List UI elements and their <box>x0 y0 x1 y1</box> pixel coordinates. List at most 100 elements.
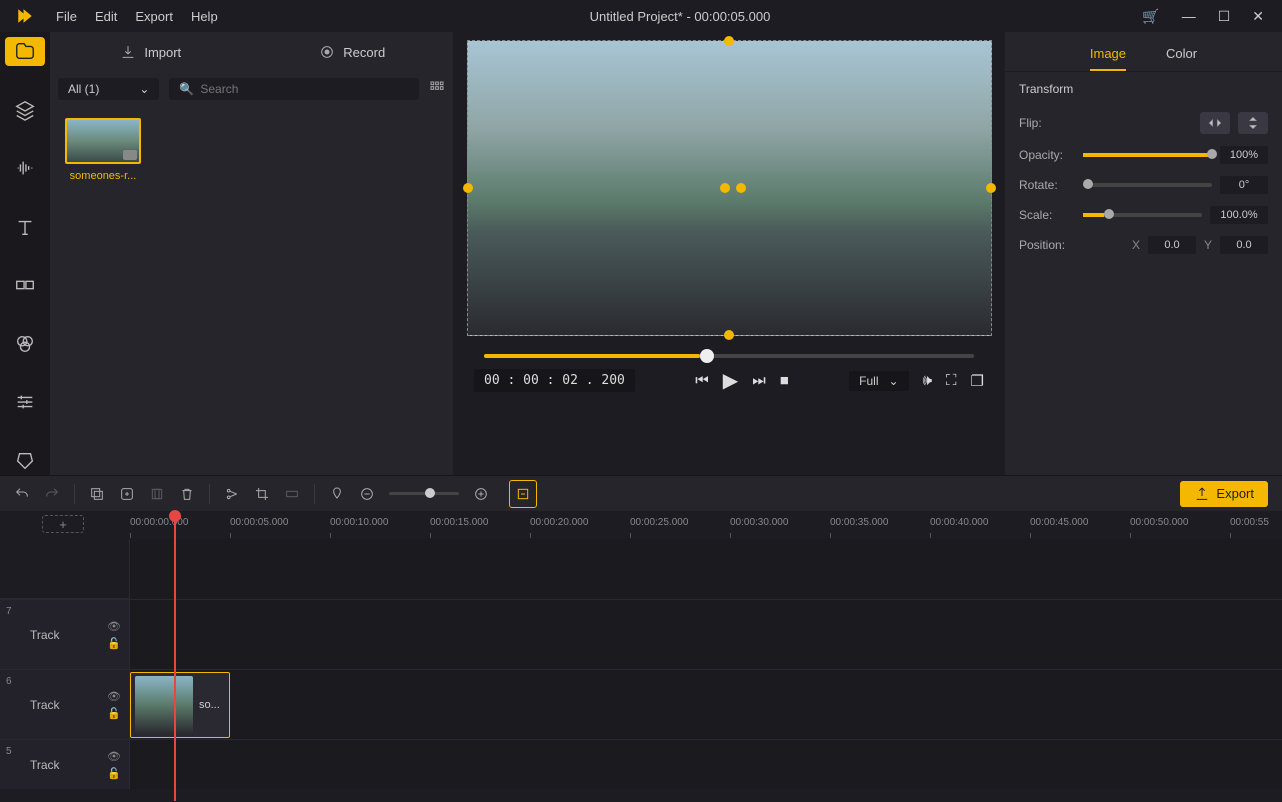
menu-export[interactable]: Export <box>135 9 173 24</box>
flip-horizontal-button[interactable] <box>1200 112 1230 134</box>
zoom-in-button[interactable] <box>473 486 489 502</box>
ruler-tick: 00:00:15.000 <box>430 517 488 528</box>
flip-vertical-button[interactable] <box>1238 112 1268 134</box>
opacity-slider[interactable] <box>1083 153 1212 157</box>
export-button[interactable]: Export <box>1180 481 1268 507</box>
media-item[interactable]: someones-r... <box>62 118 144 182</box>
x-label: X <box>1132 238 1140 252</box>
eye-icon[interactable]: 👁 <box>107 750 121 763</box>
shopping-cart-icon[interactable]: 🛒 <box>1142 8 1159 25</box>
detach-icon[interactable]: ❐ <box>971 372 984 390</box>
record-label: Record <box>343 45 385 60</box>
chevron-down-icon: ⌄ <box>889 374 899 388</box>
flip-label: Flip: <box>1019 116 1075 130</box>
rotate-value[interactable]: 0° <box>1220 176 1268 194</box>
tab-image[interactable]: Image <box>1090 46 1126 71</box>
delete-button[interactable] <box>179 486 195 502</box>
media-filter-dropdown[interactable]: All (1)⌄ <box>58 78 159 100</box>
speed-button[interactable] <box>284 486 300 502</box>
eye-icon[interactable]: 👁 <box>107 620 121 633</box>
menu-file[interactable]: File <box>56 9 77 24</box>
position-y[interactable]: 0.0 <box>1220 236 1268 254</box>
undo-button[interactable] <box>14 486 30 502</box>
clip-thumbnail <box>135 676 193 734</box>
play-button[interactable]: ▶ <box>723 368 738 393</box>
export-settings-button[interactable] <box>509 480 537 508</box>
ruler-tick: 00:00:10.000 <box>330 517 388 528</box>
rotate-slider[interactable] <box>1083 183 1212 187</box>
rotate-label: Rotate: <box>1019 178 1075 192</box>
copy-button[interactable] <box>89 486 105 502</box>
ruler-tick: 00:00:45.000 <box>1030 517 1088 528</box>
lock-icon[interactable]: 🔓 <box>107 707 121 720</box>
eye-icon[interactable]: 👁 <box>107 690 121 703</box>
ruler-tick: 00:00:25.000 <box>630 517 688 528</box>
search-input[interactable] <box>200 82 409 96</box>
timeline-ruler[interactable]: + 00:00:00.00000:00:05.00000:00:10.00000… <box>0 511 1282 539</box>
rail-layers-icon[interactable] <box>5 96 45 125</box>
grid-view-icon[interactable] <box>429 80 445 99</box>
track-row: 6 Track 👁🔓 so... <box>0 669 1282 739</box>
rail-media-icon[interactable] <box>5 37 45 66</box>
track-header[interactable]: 7 Track 👁🔓 <box>0 600 130 669</box>
next-frame-button[interactable]: ⏭ <box>752 372 766 389</box>
timeline-clip[interactable]: so... <box>130 672 230 738</box>
duplicate-button[interactable] <box>149 486 165 502</box>
ruler-tick: 00:00:50.000 <box>1130 517 1188 528</box>
scale-label: Scale: <box>1019 208 1075 222</box>
lock-icon[interactable]: 🔓 <box>107 637 121 650</box>
timeline: + 00:00:00.00000:00:05.00000:00:10.00000… <box>0 511 1282 802</box>
playhead[interactable] <box>174 511 176 801</box>
seek-slider[interactable] <box>484 354 974 358</box>
crop-button[interactable] <box>254 486 270 502</box>
rail-transitions-icon[interactable] <box>5 271 45 300</box>
ruler-tick: 00:00:20.000 <box>530 517 588 528</box>
marker-button[interactable] <box>329 486 345 502</box>
redo-button[interactable] <box>44 486 60 502</box>
transform-section: Transform <box>1005 72 1282 106</box>
timecode: 00 : 00 : 02 . 200 <box>474 369 635 392</box>
zoom-out-button[interactable] <box>359 486 375 502</box>
menu-edit[interactable]: Edit <box>95 9 117 24</box>
preview-size-select[interactable]: Full⌄ <box>849 371 908 391</box>
rail-audio-icon[interactable] <box>5 154 45 183</box>
sidebar-rail <box>0 32 50 475</box>
timeline-toolbar: Export <box>0 475 1282 511</box>
media-name: someones-r... <box>70 170 137 182</box>
add-button[interactable] <box>119 486 135 502</box>
tab-color[interactable]: Color <box>1166 46 1197 71</box>
preview-panel: 00 : 00 : 02 . 200 ⏮ ▶ ⏭ ■ Full⌄ 🕪 ⛶ ❐ <box>453 32 1005 475</box>
tab-record[interactable]: Record <box>252 32 454 72</box>
window-close[interactable]: ✕ <box>1252 8 1264 25</box>
add-track-button[interactable]: + <box>42 515 84 533</box>
lock-icon[interactable]: 🔓 <box>107 767 121 780</box>
preview-frame[interactable] <box>467 40 992 336</box>
opacity-value[interactable]: 100% <box>1220 146 1268 164</box>
rail-adjust-icon[interactable] <box>5 388 45 417</box>
volume-icon[interactable]: 🕪 <box>923 372 932 389</box>
ruler-tick: 00:00:40.000 <box>930 517 988 528</box>
scale-value[interactable]: 100.0% <box>1210 206 1268 224</box>
prev-frame-button[interactable]: ⏮ <box>695 372 709 389</box>
tab-import[interactable]: Import <box>50 32 252 72</box>
split-button[interactable] <box>224 486 240 502</box>
properties-panel: Image Color Transform Flip: Opacity: 100… <box>1005 32 1282 475</box>
stop-button[interactable]: ■ <box>780 372 789 389</box>
track-row: 5 Track 👁🔓 <box>0 739 1282 789</box>
rail-filters-icon[interactable] <box>5 330 45 359</box>
track-header[interactable]: 6 Track 👁🔓 <box>0 670 130 739</box>
ruler-tick: 00:00:30.000 <box>730 517 788 528</box>
menu-help[interactable]: Help <box>191 9 218 24</box>
chevron-down-icon: ⌄ <box>139 82 149 96</box>
scale-slider[interactable] <box>1083 213 1202 217</box>
window-maximize[interactable]: ☐ <box>1218 8 1231 25</box>
app-logo-icon <box>0 7 50 25</box>
media-search[interactable]: 🔍 <box>169 78 419 100</box>
zoom-slider[interactable] <box>389 492 459 495</box>
position-x[interactable]: 0.0 <box>1148 236 1196 254</box>
rail-elements-icon[interactable] <box>5 447 45 476</box>
rail-text-icon[interactable] <box>5 213 45 242</box>
snapshot-icon[interactable]: ⛶ <box>946 372 957 389</box>
window-minimize[interactable]: — <box>1182 8 1196 24</box>
track-header[interactable]: 5 Track 👁🔓 <box>0 740 130 789</box>
